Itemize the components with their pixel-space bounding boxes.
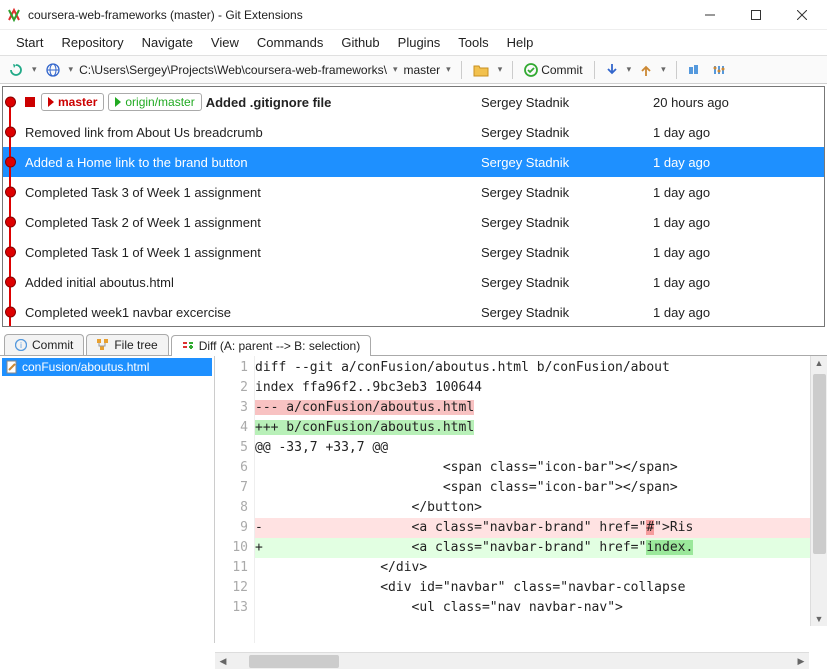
menu-plugins[interactable]: Plugins — [398, 35, 441, 50]
commit-message: Completed week1 navbar excercise — [25, 305, 231, 320]
minimize-button[interactable] — [697, 5, 723, 25]
scrollbar-thumb[interactable] — [813, 374, 826, 554]
commit-row[interactable]: Added initial aboutus.html Sergey Stadnik… — [3, 267, 824, 297]
vertical-scrollbar[interactable]: ▲ ▼ — [810, 356, 827, 626]
commit-date: 1 day ago — [653, 305, 824, 320]
chevron-down-icon[interactable]: ▾ — [393, 64, 398, 75]
chevron-down-icon[interactable]: ▾ — [627, 64, 632, 75]
branch-selector[interactable]: master — [403, 63, 440, 77]
commit-author: Sergey Stadnik — [481, 305, 653, 320]
commit-graph[interactable]: masterorigin/master Added .gitignore file… — [2, 86, 825, 327]
chevron-down-icon[interactable]: ▾ — [32, 64, 37, 75]
commit-date: 1 day ago — [653, 275, 824, 290]
maximize-button[interactable] — [743, 5, 769, 25]
chevron-down-icon[interactable]: ▾ — [446, 64, 451, 75]
pull-button[interactable] — [603, 62, 621, 78]
stash-button[interactable] — [685, 63, 705, 77]
svg-text:i: i — [20, 341, 22, 350]
refresh-button[interactable] — [6, 62, 26, 78]
commit-author: Sergey Stadnik — [481, 275, 653, 290]
window-titlebar: coursera-web-frameworks (master) - Git E… — [0, 0, 827, 30]
chevron-down-icon[interactable]: ▾ — [498, 64, 503, 75]
menu-start[interactable]: Start — [16, 35, 43, 50]
tab-filetree[interactable]: File tree — [86, 334, 168, 355]
commit-author: Sergey Stadnik — [481, 155, 653, 170]
commit-row[interactable]: Completed Task 3 of Week 1 assignment Ser… — [3, 177, 824, 207]
file-name: conFusion/aboutus.html — [22, 360, 149, 374]
menu-navigate[interactable]: Navigate — [142, 35, 193, 50]
window-title: coursera-web-frameworks (master) - Git E… — [28, 8, 697, 22]
push-button[interactable] — [637, 62, 655, 78]
commit-message: Added a Home link to the brand button — [25, 155, 248, 170]
chevron-down-icon[interactable]: ▾ — [69, 64, 74, 75]
detail-tabs: i Commit File tree Diff (A: parent --> B… — [0, 329, 827, 356]
commit-message: Added .gitignore file — [206, 95, 332, 110]
info-icon: i — [15, 339, 27, 351]
commit-author: Sergey Stadnik — [481, 125, 653, 140]
commit-row[interactable]: Removed link from About Us breadcrumb Ser… — [3, 117, 824, 147]
menu-repository[interactable]: Repository — [61, 35, 123, 50]
toolbar: ▾ ▾ C:\Users\Sergey\Projects\Web\courser… — [0, 56, 827, 84]
commit-date: 1 day ago — [653, 215, 824, 230]
commit-date: 20 hours ago — [653, 95, 824, 110]
file-edit-icon — [6, 360, 18, 374]
commit-row[interactable]: masterorigin/master Added .gitignore file… — [3, 87, 824, 117]
menu-view[interactable]: View — [211, 35, 239, 50]
commit-message: Completed Task 2 of Week 1 assignment — [25, 215, 261, 230]
open-folder-button[interactable] — [470, 62, 492, 78]
menu-commands[interactable]: Commands — [257, 35, 323, 50]
menu-github[interactable]: Github — [341, 35, 379, 50]
globe-icon[interactable] — [43, 62, 63, 78]
commit-date: 1 day ago — [653, 125, 824, 140]
commit-author: Sergey Stadnik — [481, 95, 653, 110]
horizontal-scrollbar[interactable]: ◀ ▶ — [215, 652, 809, 669]
menu-bar: Start Repository Navigate View Commands … — [0, 30, 827, 56]
diff-icon — [182, 340, 194, 352]
commit-message: Added initial aboutus.html — [25, 275, 174, 290]
tab-diff[interactable]: Diff (A: parent --> B: selection) — [171, 335, 372, 356]
commit-date: 1 day ago — [653, 245, 824, 260]
commit-date: 1 day ago — [653, 155, 824, 170]
commit-author: Sergey Stadnik — [481, 185, 653, 200]
menu-tools[interactable]: Tools — [458, 35, 488, 50]
settings-button[interactable] — [709, 62, 729, 78]
commit-message: Removed link from About Us breadcrumb — [25, 125, 263, 140]
commit-message: Completed Task 3 of Week 1 assignment — [25, 185, 261, 200]
commit-author: Sergey Stadnik — [481, 245, 653, 260]
commit-author: Sergey Stadnik — [481, 215, 653, 230]
app-icon — [6, 7, 22, 23]
file-list[interactable]: conFusion/aboutus.html — [0, 356, 215, 643]
chevron-down-icon[interactable]: ▾ — [661, 64, 666, 75]
head-marker-icon — [25, 97, 35, 107]
tab-commit[interactable]: i Commit — [4, 334, 84, 355]
commit-button[interactable]: Commit — [521, 62, 585, 78]
commit-row[interactable]: Completed week1 navbar excercise Sergey S… — [3, 297, 824, 327]
repo-path[interactable]: C:\Users\Sergey\Projects\Web\coursera-we… — [79, 63, 387, 77]
branch-tag-remote[interactable]: origin/master — [108, 93, 201, 111]
branch-tag-local[interactable]: master — [41, 93, 104, 111]
file-list-item[interactable]: conFusion/aboutus.html — [2, 358, 212, 376]
menu-help[interactable]: Help — [507, 35, 534, 50]
scrollbar-thumb[interactable] — [249, 655, 339, 668]
commit-row[interactable]: Completed Task 2 of Week 1 assignment Ser… — [3, 207, 824, 237]
tree-icon — [97, 339, 109, 351]
close-button[interactable] — [789, 5, 815, 25]
detail-panel: conFusion/aboutus.html 12345678910111213… — [0, 356, 827, 643]
commit-row[interactable]: Added a Home link to the brand button Ser… — [3, 147, 824, 177]
commit-date: 1 day ago — [653, 185, 824, 200]
diff-body: diff --git a/conFusion/aboutus.html b/co… — [255, 356, 827, 643]
commit-label: Commit — [541, 63, 582, 77]
diff-gutter: 12345678910111213 — [215, 356, 255, 643]
commit-row[interactable]: Completed Task 1 of Week 1 assignment Ser… — [3, 237, 824, 267]
commit-message: Completed Task 1 of Week 1 assignment — [25, 245, 261, 260]
diff-view[interactable]: 12345678910111213 diff --git a/conFusion… — [215, 356, 827, 643]
